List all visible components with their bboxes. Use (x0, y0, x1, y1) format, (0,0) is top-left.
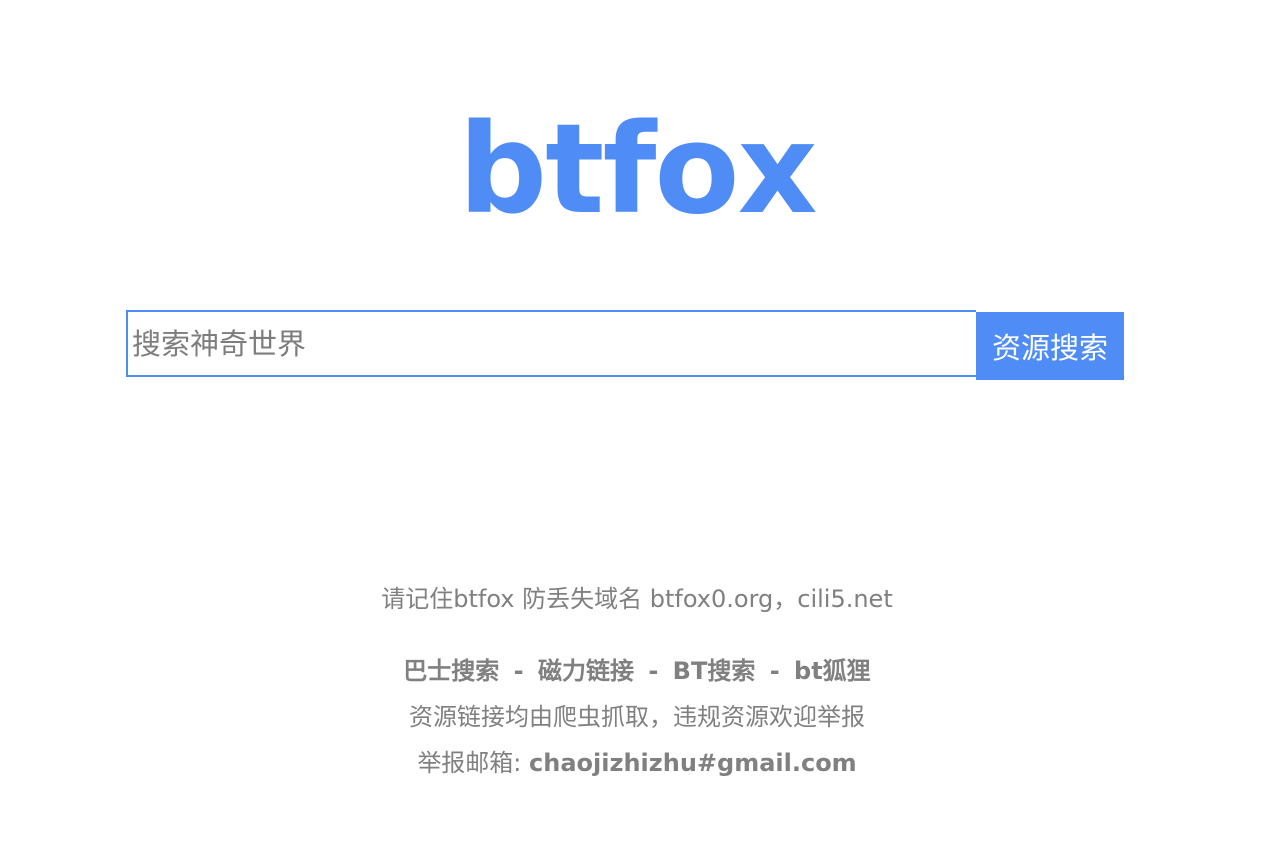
search-input[interactable] (126, 310, 976, 377)
report-line: 举报邮箱: chaojizhizhu#gmail.com (0, 746, 1274, 780)
search-form: 资源搜索 (126, 310, 1124, 380)
disclaimer-text: 资源链接均由爬虫抓取，违规资源欢迎举报 (409, 703, 865, 731)
footer-link-bt-search[interactable]: BT搜索 (673, 657, 756, 685)
footer-links: 巴士搜索 - 磁力链接 - BT搜索 - bt狐狸 (0, 654, 1274, 688)
footer-link-bt-fox[interactable]: bt狐狸 (794, 657, 871, 685)
report-email: chaojizhizhu#gmail.com (529, 749, 857, 777)
logo-container: btfox (0, 96, 1274, 244)
domain-notice: 请记住btfox 防丢失域名 btfox0.org，cili5.net (381, 585, 893, 613)
link-separator: - (513, 657, 524, 685)
footer-link-magnet[interactable]: 磁力链接 (538, 657, 634, 685)
page: btfox 资源搜索 请记住btfox 防丢失域名 btfox0.org，cil… (0, 0, 1274, 864)
report-label: 举报邮箱: (417, 749, 530, 777)
site-logo[interactable]: btfox (458, 96, 817, 244)
link-separator: - (769, 657, 780, 685)
footer-link-bus-search[interactable]: 巴士搜索 (403, 657, 499, 685)
link-separator: - (648, 657, 659, 685)
search-button[interactable]: 资源搜索 (976, 312, 1124, 380)
